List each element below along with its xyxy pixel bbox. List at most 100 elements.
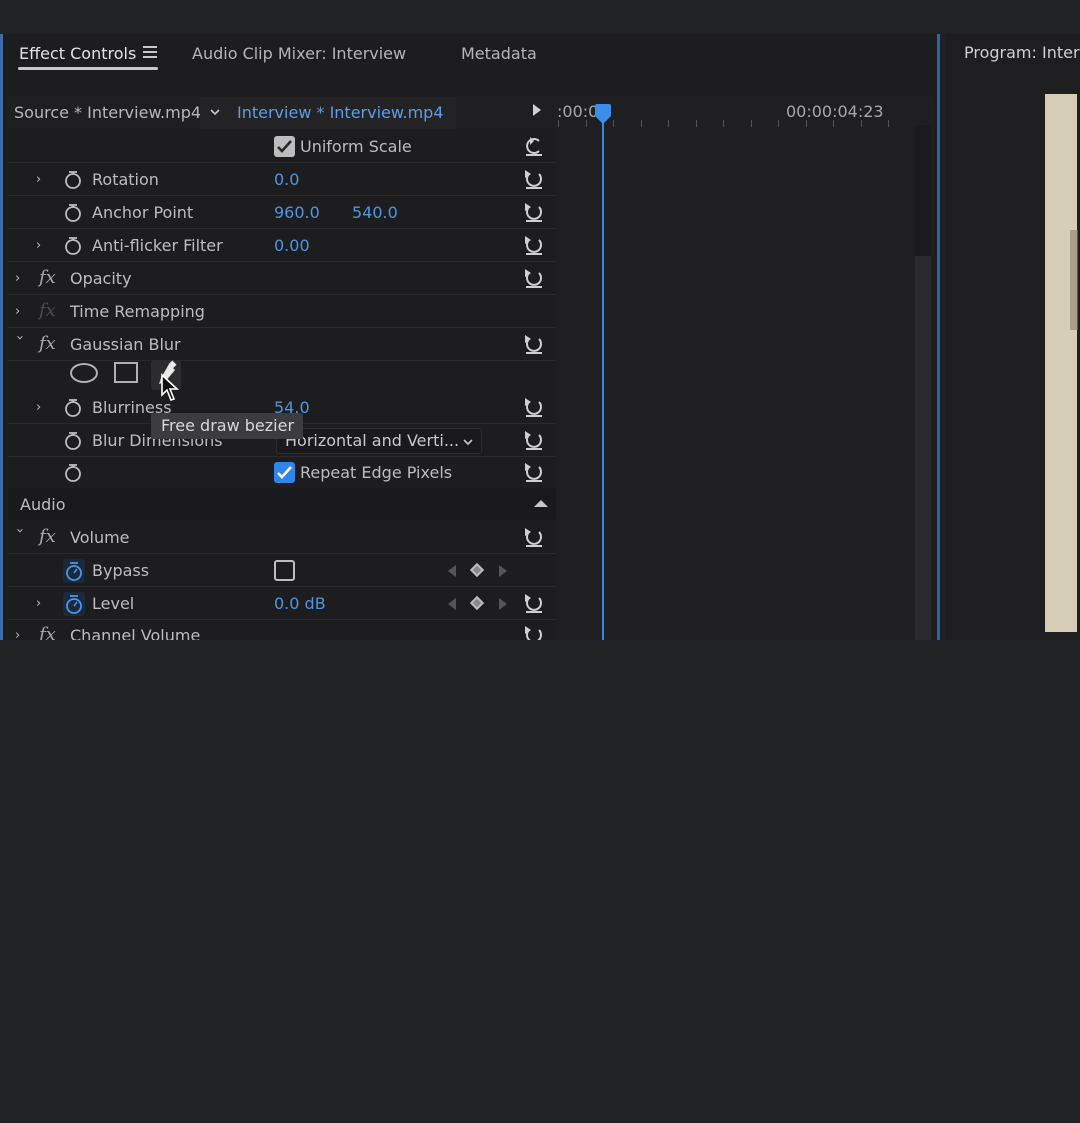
video-content: [1070, 230, 1078, 330]
reset-icon[interactable]: [522, 624, 546, 640]
panel-menu-icon[interactable]: [143, 46, 157, 58]
reset-icon[interactable]: [522, 429, 546, 451]
ruler-tick: [806, 120, 807, 127]
reset-icon[interactable]: [522, 396, 546, 418]
audio-section-header[interactable]: Audio: [8, 488, 556, 520]
tab-effect-controls[interactable]: Effect Controls: [19, 44, 136, 63]
playhead-line[interactable]: [602, 118, 604, 640]
level-row: › Level 0.0 dB: [8, 588, 556, 620]
stopwatch-icon[interactable]: [64, 431, 82, 451]
effect-name: Volume: [70, 528, 130, 547]
ruler-tick: [861, 120, 862, 127]
empty-bottom-area: [0, 640, 1080, 1123]
property-name: Anchor Point: [92, 203, 194, 222]
add-keyframe-icon[interactable]: [469, 595, 485, 611]
collapse-chevron-icon[interactable]: ›: [12, 335, 27, 345]
anti-flicker-value[interactable]: 0.00: [274, 236, 310, 255]
anti-flicker-row: › Anti-flicker Filter 0.00: [8, 230, 556, 262]
playhead-handle[interactable]: [593, 104, 613, 124]
add-keyframe-icon[interactable]: [469, 562, 485, 578]
mask-tools: [8, 358, 556, 390]
active-tab-underline: [18, 67, 158, 70]
fx-icon[interactable]: fx: [39, 267, 56, 288]
anchor-point-x-value[interactable]: 960.0: [274, 203, 320, 222]
panel-focus-indicator: [0, 34, 3, 640]
play-only-clip-icon[interactable]: [533, 104, 541, 116]
ruler-tick: [668, 120, 669, 127]
timeline-end-time: 00:00:04:23: [786, 102, 884, 121]
effect-name: Time Remapping: [70, 302, 205, 321]
program-monitor-title[interactable]: Program: Interview: [964, 43, 1080, 62]
tab-audio-clip-mixer[interactable]: Audio Clip Mixer: Interview: [192, 44, 406, 63]
fx-icon: fx: [39, 300, 56, 321]
stopwatch-active-icon[interactable]: [63, 559, 85, 583]
effect-controls-timeline[interactable]: [556, 97, 934, 640]
uniform-scale-checkbox[interactable]: [274, 136, 295, 157]
gaussian-blur-row: › fx Gaussian Blur: [8, 329, 556, 361]
fx-icon[interactable]: fx: [39, 333, 56, 354]
expand-chevron-icon[interactable]: ›: [36, 596, 46, 611]
panel-divider[interactable]: [937, 34, 940, 640]
effect-name: Opacity: [70, 269, 132, 288]
previous-keyframe-icon[interactable]: [448, 598, 456, 610]
fx-icon[interactable]: fx: [39, 624, 56, 640]
stopwatch-icon[interactable]: [64, 236, 82, 256]
opacity-row: › fx Opacity: [8, 263, 556, 295]
expand-chevron-icon[interactable]: ›: [15, 271, 25, 286]
stopwatch-icon[interactable]: [64, 398, 82, 418]
fx-icon[interactable]: fx: [39, 526, 56, 547]
stopwatch-icon[interactable]: [64, 170, 82, 190]
stopwatch-icon[interactable]: [64, 203, 82, 223]
rotation-value[interactable]: 0.0: [274, 170, 299, 189]
repeat-edge-row: Repeat Edge Pixels: [8, 457, 556, 489]
reset-icon[interactable]: [522, 526, 546, 548]
expand-chevron-icon[interactable]: ›: [36, 238, 46, 253]
expand-chevron-icon[interactable]: ›: [36, 400, 46, 415]
reset-icon[interactable]: [522, 333, 546, 355]
next-keyframe-icon[interactable]: [499, 598, 507, 610]
previous-keyframe-icon[interactable]: [448, 565, 456, 577]
ruler-tick: [641, 120, 642, 127]
level-value[interactable]: 0.0 dB: [274, 594, 326, 613]
reset-icon[interactable]: [522, 267, 546, 289]
collapse-chevron-icon[interactable]: ›: [12, 528, 27, 538]
tooltip-text: Free draw bezier: [161, 416, 295, 435]
next-keyframe-icon[interactable]: [499, 565, 507, 577]
reset-icon[interactable]: [522, 234, 546, 256]
expand-chevron-icon[interactable]: ›: [15, 628, 25, 640]
ruler-tick: [751, 120, 752, 127]
bypass-checkbox[interactable]: [274, 560, 295, 581]
ruler-tick: [723, 120, 724, 127]
ellipse-mask-icon[interactable]: [70, 363, 98, 383]
keyframe-navigator: [444, 562, 514, 579]
stopwatch-icon[interactable]: [64, 463, 82, 483]
keyframe-navigator: [444, 595, 514, 612]
property-name: Level: [92, 594, 135, 613]
tab-metadata[interactable]: Metadata: [461, 44, 537, 63]
section-title: Audio: [20, 495, 66, 514]
reset-icon[interactable]: [522, 592, 546, 614]
dropdown-value: Horizontal and Verti...: [285, 431, 460, 450]
program-video-frame[interactable]: [1045, 94, 1077, 632]
sequence-clip-label[interactable]: Interview * Interview.mp4: [237, 103, 444, 122]
top-strip: [0, 0, 1080, 34]
reset-icon[interactable]: [522, 461, 546, 483]
expand-chevron-icon[interactable]: ›: [36, 172, 46, 187]
blur-dimensions-dropdown[interactable]: Horizontal and Verti...: [276, 428, 482, 454]
chevron-down-icon[interactable]: [208, 105, 222, 119]
property-name: Rotation: [92, 170, 159, 189]
collapse-section-icon[interactable]: [534, 500, 548, 507]
reset-icon[interactable]: [522, 201, 546, 223]
reset-icon[interactable]: [522, 135, 546, 157]
reset-icon[interactable]: [522, 168, 546, 190]
timeline-scrollbar-thumb[interactable]: [915, 256, 931, 640]
mouse-cursor-icon: [161, 373, 180, 401]
source-clip-label[interactable]: Source * Interview.mp4: [14, 103, 201, 122]
anchor-point-y-value[interactable]: 540.0: [352, 203, 398, 222]
repeat-edge-checkbox[interactable]: [274, 462, 295, 483]
expand-chevron-icon[interactable]: ›: [15, 304, 25, 319]
rectangle-mask-icon[interactable]: [114, 362, 138, 383]
stopwatch-active-icon[interactable]: [63, 592, 85, 616]
bypass-row: Bypass: [8, 555, 556, 587]
time-remapping-row: › fx Time Remapping: [8, 296, 556, 328]
